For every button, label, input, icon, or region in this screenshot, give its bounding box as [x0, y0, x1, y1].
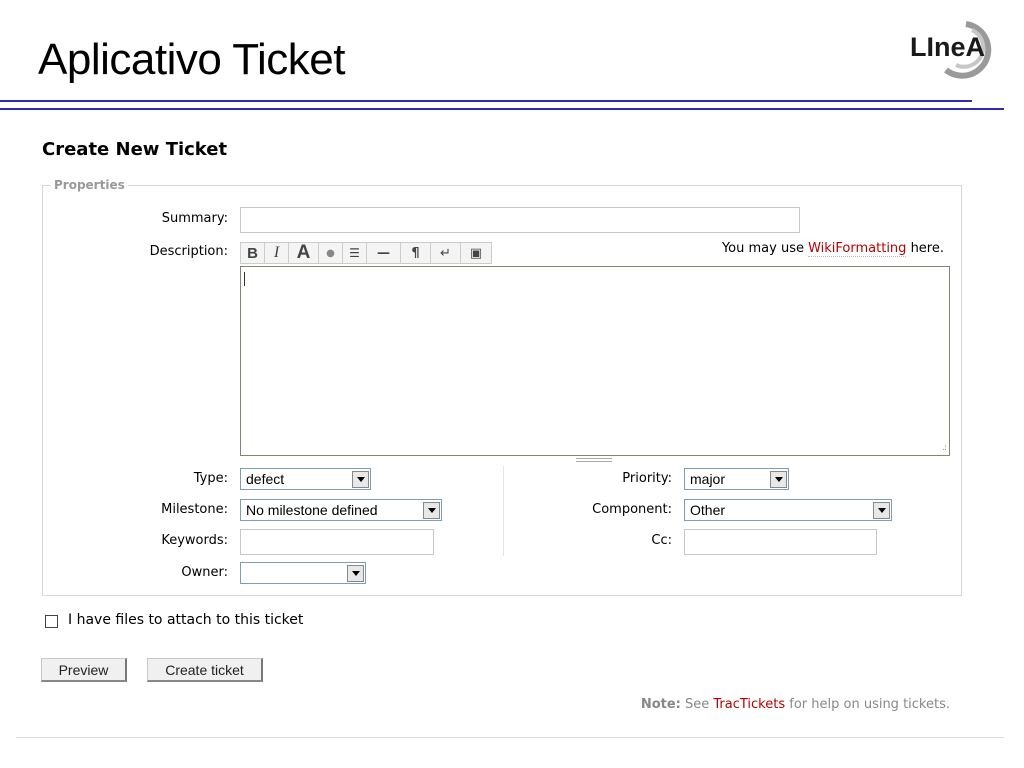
priority-value: major: [690, 471, 726, 487]
resize-grip-icon[interactable]: .:: [942, 443, 947, 453]
description-textarea[interactable]: .:: [240, 266, 950, 456]
text-caret: [244, 272, 245, 286]
code-icon[interactable]: ☰: [343, 243, 367, 263]
hr-icon[interactable]: —: [367, 243, 401, 263]
owner-label: Owner:: [181, 565, 228, 580]
hint-suffix: here.: [906, 241, 944, 256]
header-rule-top: [0, 100, 972, 102]
linebreak-icon[interactable]: ↵: [431, 243, 461, 263]
milestone-select[interactable]: No milestone defined: [240, 499, 442, 521]
chevron-down-icon[interactable]: [347, 564, 364, 582]
attach-label[interactable]: I have files to attach to this ticket: [68, 612, 303, 628]
summary-label: Summary:: [161, 211, 228, 226]
description-label: Description:: [149, 244, 228, 259]
note-label: Note:: [640, 697, 681, 712]
slide-title: Aplicativo Ticket: [38, 35, 345, 84]
component-value: Other: [690, 502, 726, 518]
wiki-toolbar: B I A ● ☰ — ¶ ↵ ▣: [240, 242, 492, 264]
help-note: Note: See TracTickets for help on using …: [641, 697, 950, 712]
note-prefix: See: [680, 697, 714, 712]
chevron-down-icon[interactable]: [770, 470, 787, 488]
link-icon[interactable]: ●: [319, 243, 343, 263]
keywords-label: Keywords:: [161, 533, 228, 548]
linea-logo: LIneA: [910, 21, 992, 79]
chevron-down-icon[interactable]: [423, 501, 440, 519]
summary-input[interactable]: [240, 207, 800, 233]
wiki-hint: You may use WikiFormatting here.: [721, 241, 944, 257]
attach-checkbox[interactable]: [45, 615, 58, 628]
form-heading: Create New Ticket: [42, 139, 228, 160]
svg-text:LIneA: LIneA: [910, 32, 985, 62]
chevron-down-icon[interactable]: [873, 501, 890, 519]
paragraph-icon[interactable]: ¶: [401, 243, 431, 263]
component-label: Component:: [592, 502, 672, 517]
milestone-label: Milestone:: [161, 502, 228, 517]
heading-icon[interactable]: A: [289, 242, 319, 263]
bold-icon[interactable]: B: [241, 243, 265, 263]
header-rule-bottom: [0, 108, 1004, 110]
italic-icon[interactable]: I: [265, 243, 289, 263]
component-select[interactable]: Other: [684, 499, 892, 521]
cc-label: Cc:: [651, 533, 672, 548]
note-suffix: for help on using tickets.: [785, 697, 950, 712]
footer-rule: [16, 737, 1004, 738]
preview-button[interactable]: Preview: [41, 658, 127, 682]
type-value: defect: [246, 471, 285, 487]
tractickets-link[interactable]: TracTickets: [713, 697, 785, 712]
textarea-resizer[interactable]: [576, 456, 612, 462]
chevron-down-icon[interactable]: [352, 470, 369, 488]
create-ticket-button[interactable]: Create ticket: [147, 658, 263, 682]
hint-prefix: You may use: [721, 241, 809, 256]
priority-select[interactable]: major: [684, 468, 789, 490]
type-select[interactable]: defect: [240, 468, 371, 490]
type-label: Type:: [193, 471, 228, 486]
wikiformatting-link[interactable]: WikiFormatting: [808, 241, 907, 257]
image-icon[interactable]: ▣: [461, 243, 491, 263]
milestone-value: No milestone defined: [246, 502, 378, 518]
keywords-input[interactable]: [240, 529, 434, 555]
owner-select[interactable]: [240, 562, 366, 584]
priority-label: Priority:: [622, 471, 672, 486]
cc-input[interactable]: [684, 529, 877, 555]
properties-legend: Properties: [54, 178, 125, 192]
